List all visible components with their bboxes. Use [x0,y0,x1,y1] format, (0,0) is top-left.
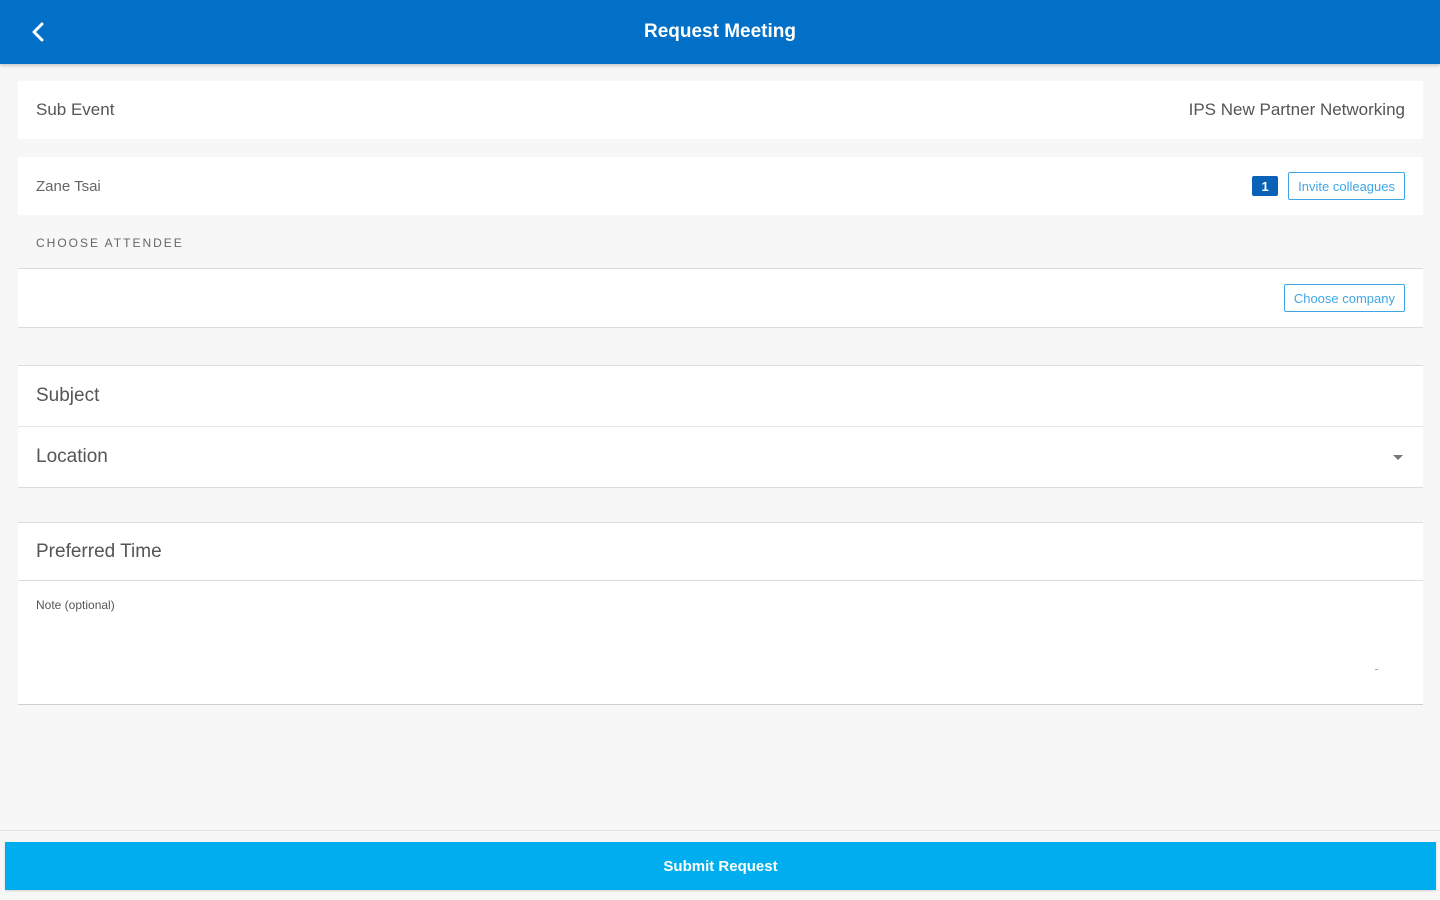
submit-request-button[interactable]: Submit Request [5,842,1436,890]
note-textarea[interactable]: Note (optional) [18,581,1423,705]
attendee-name: Zane Tsai [36,177,101,195]
attendee-row: Zane Tsai 1 Invite colleagues [18,157,1423,215]
chevron-left-icon [32,22,44,42]
location-placeholder: Location [36,446,108,467]
choose-attendee-header: CHOOSE ATTENDEE [36,236,184,250]
subject-field[interactable]: Subject [18,365,1423,427]
choose-company-row: Choose company [18,268,1423,328]
resize-handle-icon [1375,669,1378,670]
attendee-actions: 1 Invite colleagues [1252,172,1405,200]
back-button[interactable] [22,16,54,48]
attendee-count-badge: 1 [1252,176,1279,196]
subject-placeholder: Subject [36,385,100,406]
app-bar: Request Meeting [0,0,1440,64]
sub-event-value: IPS New Partner Networking [1188,100,1405,119]
chevron-down-icon [1393,454,1403,460]
note-label: Note (optional) [36,598,115,612]
footer-divider [0,830,1440,831]
invite-colleagues-button[interactable]: Invite colleagues [1288,172,1405,200]
choose-company-button[interactable]: Choose company [1283,284,1405,312]
page-title: Request Meeting [643,21,797,42]
sub-event-row[interactable]: Sub Event IPS New Partner Networking [18,81,1423,139]
sub-event-label: Sub Event [36,100,115,119]
preferred-time-placeholder: Preferred Time [36,540,162,562]
location-select[interactable]: Location [18,427,1423,488]
preferred-time-field[interactable]: Preferred Time [18,522,1423,581]
